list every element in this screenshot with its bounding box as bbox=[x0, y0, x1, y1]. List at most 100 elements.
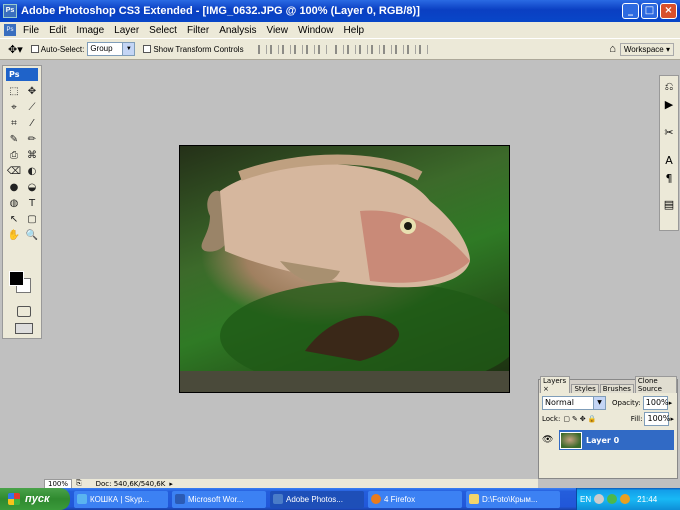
task-word[interactable]: Microsoft Wor... bbox=[172, 490, 266, 508]
toolbox: Ps ⬚ ✥ ⌖ ⟋ ⌗ ⁄ ✎ ✏ ⎙ ⌘ ⌫ ◐ ● ◒ ◍ T ↖ ▢ ✋… bbox=[2, 65, 42, 339]
task-label: Adobe Photos... bbox=[286, 494, 343, 504]
lock-icons[interactable]: ▢✎✥🔒 bbox=[563, 415, 598, 423]
eraser-tool-icon[interactable]: ⌫ bbox=[6, 165, 22, 179]
auto-select-checkbox[interactable] bbox=[30, 45, 39, 53]
history-brush-icon[interactable]: ⌘ bbox=[24, 149, 40, 163]
move-tool-icon[interactable]: ✥ bbox=[24, 85, 40, 99]
minimize-button[interactable]: _ bbox=[622, 3, 639, 19]
workspace-button[interactable]: Workspace ▾ bbox=[619, 42, 674, 56]
show-transform-label: Show Transform Controls bbox=[153, 44, 244, 54]
language-indicator[interactable]: EN bbox=[580, 495, 591, 504]
menu-analysis[interactable]: Analysis bbox=[214, 25, 261, 36]
status-menu-icon[interactable]: ▸ bbox=[169, 480, 173, 488]
blur-tool-icon[interactable]: ● bbox=[6, 181, 22, 195]
lasso-tool-icon[interactable]: ⌖ bbox=[6, 101, 22, 115]
clone-stamp-icon[interactable]: ⎙ bbox=[6, 149, 22, 163]
menu-layer[interactable]: Layer bbox=[109, 25, 144, 36]
panel-dock: ⎌ ▶ ✂ A ¶ ▤ bbox=[659, 75, 679, 231]
screen-mode-icon[interactable] bbox=[15, 323, 33, 334]
marquee-tool-icon[interactable]: ⬚ bbox=[6, 85, 22, 99]
toolbox-logo: Ps bbox=[6, 68, 38, 81]
tray-security-icon[interactable] bbox=[620, 494, 631, 504]
brush-tool-icon[interactable]: ✏ bbox=[24, 133, 40, 147]
tools-panel-icon[interactable]: ✂ bbox=[662, 126, 676, 140]
panel-tabs: Layers × Styles Brushes Clone Source bbox=[539, 376, 677, 393]
status-icon[interactable]: ⎘ bbox=[76, 479, 82, 488]
start-button[interactable]: пуск bbox=[0, 488, 70, 510]
menu-bar: Ps File Edit Image Layer Select Filter A… bbox=[0, 22, 680, 38]
tab-styles[interactable]: Styles bbox=[571, 384, 599, 393]
menu-filter[interactable]: Filter bbox=[182, 25, 214, 36]
task-skype[interactable]: КОШКА | Skyp... bbox=[74, 490, 168, 508]
shape-tool-icon[interactable]: ▢ bbox=[24, 213, 40, 227]
move-tool-preset-icon[interactable]: ✥▾ bbox=[8, 43, 23, 56]
character-panel-icon[interactable]: A bbox=[662, 154, 676, 168]
ps-menu-icon[interactable]: Ps bbox=[4, 24, 16, 36]
dodge-tool-icon[interactable]: ◒ bbox=[24, 181, 40, 195]
gradient-tool-icon[interactable]: ◐ bbox=[24, 165, 40, 179]
chevron-down-icon: ▼ bbox=[122, 43, 135, 55]
task-firefox[interactable]: 4 Firefox bbox=[368, 490, 462, 508]
magic-wand-tool-icon[interactable]: ⟋ bbox=[24, 101, 40, 115]
actions-panel-icon[interactable]: ▶ bbox=[662, 98, 676, 112]
menu-help[interactable]: Help bbox=[339, 25, 370, 36]
tray-network-icon[interactable] bbox=[607, 494, 618, 504]
menu-image[interactable]: Image bbox=[71, 25, 109, 36]
type-tool-icon[interactable]: T bbox=[24, 197, 40, 211]
tab-clone-source[interactable]: Clone Source bbox=[634, 376, 677, 393]
tab-brushes[interactable]: Brushes bbox=[599, 384, 634, 393]
info-panel-icon[interactable]: ▤ bbox=[662, 198, 676, 212]
close-button[interactable]: × bbox=[660, 3, 677, 19]
menu-file[interactable]: File bbox=[18, 25, 44, 36]
opacity-field[interactable]: 100% bbox=[642, 396, 669, 410]
layer-row[interactable]: Layer 0 bbox=[559, 430, 674, 450]
menu-view[interactable]: View bbox=[261, 25, 293, 36]
fish-photo bbox=[180, 154, 509, 392]
task-label: D:\Foto\Крым... bbox=[482, 494, 538, 504]
lock-label: Lock: bbox=[542, 415, 561, 423]
opacity-slider-icon[interactable]: ▸ bbox=[669, 399, 673, 407]
word-icon bbox=[175, 494, 185, 504]
opacity-label: Opacity: bbox=[612, 399, 641, 407]
task-explorer-folder[interactable]: D:\Foto\Крым... bbox=[466, 490, 560, 508]
task-photoshop[interactable]: Adobe Photos... bbox=[270, 490, 364, 508]
tab-layers[interactable]: Layers × bbox=[540, 376, 571, 393]
maximize-button[interactable]: □ bbox=[641, 3, 658, 19]
folder-icon bbox=[469, 494, 479, 504]
distribute-buttons[interactable] bbox=[334, 44, 428, 54]
task-label: Microsoft Wor... bbox=[188, 494, 244, 504]
zoom-field[interactable]: 100% bbox=[44, 478, 73, 489]
visibility-eye-icon[interactable]: 👁 bbox=[542, 435, 553, 445]
hand-tool-icon[interactable]: ✋ bbox=[6, 229, 22, 243]
slice-tool-icon[interactable]: ⁄ bbox=[24, 117, 40, 131]
paragraph-panel-icon[interactable]: ¶ bbox=[662, 172, 676, 186]
document-canvas[interactable] bbox=[179, 145, 510, 393]
foreground-color-swatch[interactable] bbox=[9, 271, 24, 286]
taskbar: пуск КОШКА | Skyp... Microsoft Wor... Ad… bbox=[0, 488, 680, 510]
fill-slider-icon[interactable]: ▸ bbox=[670, 415, 674, 423]
align-buttons[interactable] bbox=[257, 44, 327, 54]
auto-select-dropdown[interactable]: Group ▼ bbox=[87, 42, 136, 56]
blend-mode-value: Normal bbox=[545, 398, 574, 407]
bridge-icon[interactable]: ⌂ bbox=[609, 43, 616, 55]
history-panel-icon[interactable]: ⎌ bbox=[662, 80, 676, 94]
tray-app-icon[interactable] bbox=[594, 494, 605, 504]
menu-window[interactable]: Window bbox=[293, 25, 339, 36]
pen-tool-icon[interactable]: ◍ bbox=[6, 197, 22, 211]
healing-brush-icon[interactable]: ✎ bbox=[6, 133, 22, 147]
menu-select[interactable]: Select bbox=[144, 25, 182, 36]
firefox-icon bbox=[371, 494, 381, 504]
layers-panel: Layers × Styles Brushes Clone Source Nor… bbox=[538, 376, 678, 479]
quick-mask-icon[interactable] bbox=[17, 306, 31, 317]
photoshop-app-icon: Ps bbox=[3, 4, 17, 18]
skype-icon bbox=[77, 494, 87, 504]
crop-tool-icon[interactable]: ⌗ bbox=[6, 117, 22, 131]
blend-mode-dropdown[interactable]: Normal ▼ bbox=[542, 396, 606, 410]
path-select-tool-icon[interactable]: ↖ bbox=[6, 213, 22, 227]
fill-field[interactable]: 100% bbox=[644, 412, 670, 426]
show-transform-checkbox[interactable] bbox=[143, 45, 152, 53]
zoom-tool-icon[interactable]: 🔍 bbox=[24, 229, 40, 243]
menu-edit[interactable]: Edit bbox=[44, 25, 71, 36]
window-title: Adobe Photoshop CS3 Extended - [IMG_0632… bbox=[21, 5, 420, 17]
layer-thumbnail bbox=[560, 431, 582, 449]
